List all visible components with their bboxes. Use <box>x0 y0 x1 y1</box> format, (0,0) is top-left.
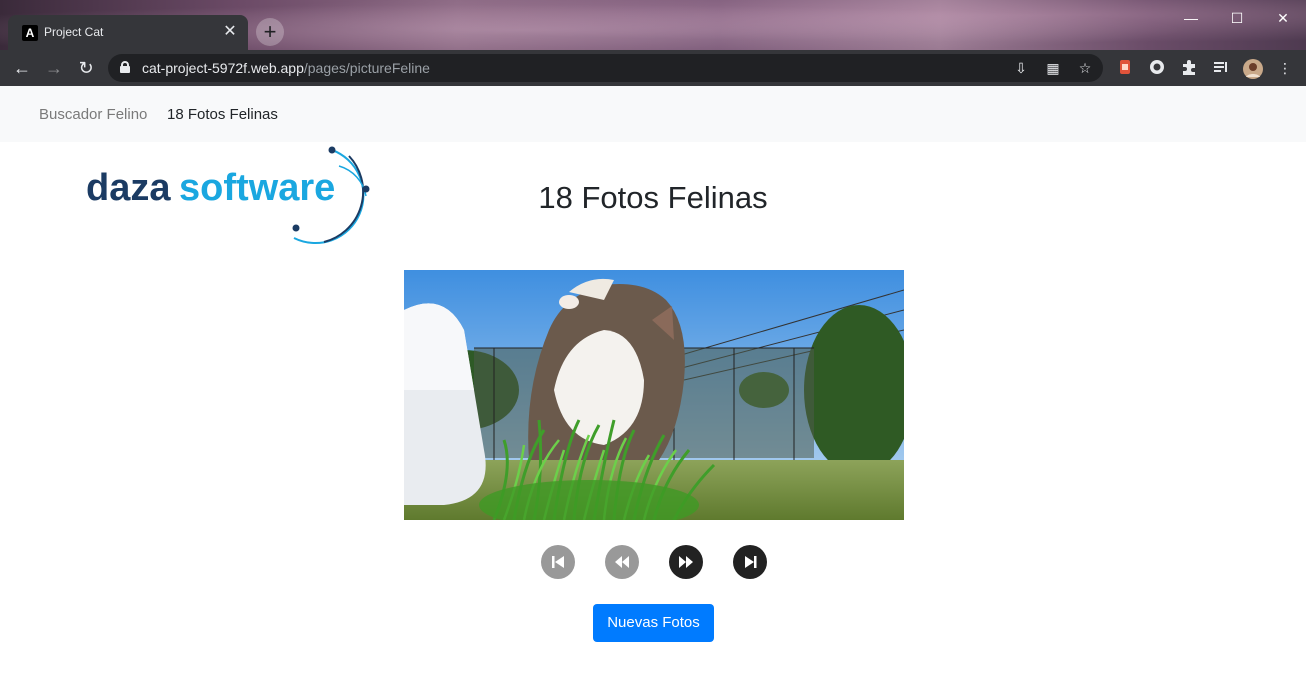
install-app-icon[interactable]: ⇩ <box>1011 58 1031 78</box>
rewind-icon <box>615 556 629 568</box>
fast-forward-icon <box>679 556 693 568</box>
browser-tab[interactable]: A Project Cat ✕ <box>8 15 248 50</box>
translate-icon[interactable]: ▦ <box>1043 58 1063 78</box>
previous-photo-button[interactable] <box>605 545 639 579</box>
close-tab-icon[interactable]: ✕ <box>220 22 240 42</box>
first-photo-button[interactable] <box>541 545 575 579</box>
url-path: /pages/pictureFeline <box>303 60 430 76</box>
skip-start-icon <box>552 556 564 568</box>
url-host: cat-project-5972f.web.app <box>142 60 304 76</box>
url-text: cat-project-5972f.web.app/pages/pictureF… <box>142 60 430 76</box>
page-title: 18 Fotos Felinas <box>538 180 768 215</box>
nav-link-buscador-felino[interactable]: Buscador Felino <box>39 106 147 123</box>
last-photo-button[interactable] <box>733 545 767 579</box>
media-queue-icon[interactable] <box>1211 58 1231 78</box>
lock-icon <box>120 61 130 73</box>
close-window-icon[interactable]: ✕ <box>1260 5 1306 31</box>
maximize-window-icon[interactable]: ☐ <box>1214 5 1260 31</box>
bookmark-star-icon[interactable]: ☆ <box>1075 58 1095 78</box>
skip-end-icon <box>745 556 757 568</box>
browser-menu-icon[interactable]: ⋮ <box>1275 58 1295 78</box>
tab-title: Project Cat <box>44 25 104 39</box>
cat-photo <box>404 270 904 520</box>
page-content: Buscador Felino 18 Fotos Felinas daza so… <box>0 86 1306 692</box>
profile-avatar-icon[interactable] <box>1242 58 1263 79</box>
angular-favicon-icon: A <box>22 25 38 41</box>
nav-link-fotos-felinas[interactable]: 18 Fotos Felinas <box>167 106 278 123</box>
extension-circle-icon[interactable] <box>1147 58 1167 78</box>
next-photo-button[interactable] <box>669 545 703 579</box>
new-tab-button[interactable]: + <box>256 18 284 46</box>
forward-arrow-icon[interactable]: → <box>40 54 68 82</box>
new-photos-button[interactable]: Nuevas Fotos <box>593 604 714 642</box>
extensions-puzzle-icon[interactable] <box>1179 58 1199 78</box>
reload-icon[interactable]: ↻ <box>72 54 100 82</box>
extension-red-icon[interactable] <box>1115 58 1135 78</box>
minimize-window-icon[interactable]: — <box>1168 5 1214 31</box>
site-navbar: Buscador Felino 18 Fotos Felinas <box>0 86 1306 142</box>
browser-toolbar: ← → ↻ cat-project-5972f.web.app/pages/pi… <box>0 50 1306 86</box>
address-bar[interactable]: cat-project-5972f.web.app/pages/pictureF… <box>108 54 1103 82</box>
back-arrow-icon[interactable]: ← <box>8 54 36 82</box>
